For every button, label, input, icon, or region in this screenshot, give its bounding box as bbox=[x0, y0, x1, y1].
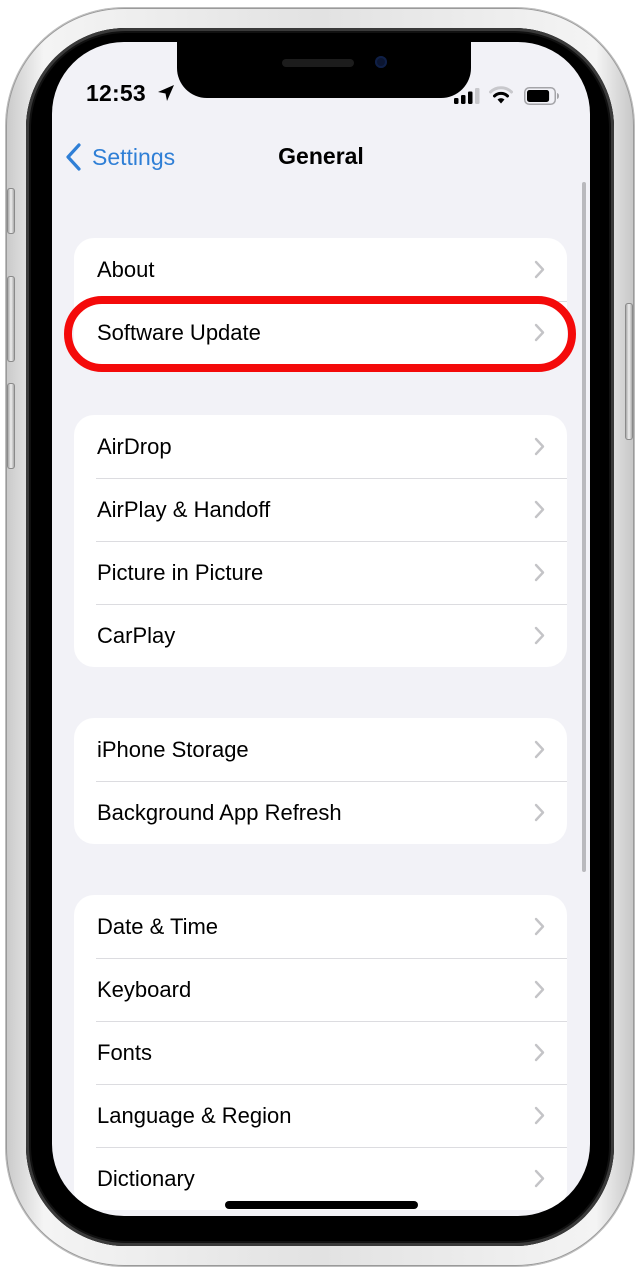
status-time: 12:53 bbox=[86, 80, 146, 106]
chevron-right-icon bbox=[534, 740, 545, 759]
list-item-language-region[interactable]: Language & Region bbox=[74, 1084, 567, 1147]
list-item-picture-in-picture[interactable]: Picture in Picture bbox=[74, 541, 567, 604]
list-item-label: AirPlay & Handoff bbox=[97, 496, 271, 522]
volume-down-button bbox=[7, 383, 15, 469]
settings-group-connectivity: AirDrop AirPlay & Handoff Picture in Pic… bbox=[74, 415, 567, 667]
silent-switch bbox=[7, 188, 15, 234]
list-item-label: Fonts bbox=[97, 1039, 153, 1065]
list-item-fonts[interactable]: Fonts bbox=[74, 1021, 567, 1084]
list-item-software-update[interactable]: Software Update bbox=[74, 301, 567, 364]
settings-group-about: About Software Update bbox=[74, 238, 567, 364]
signal-bar bbox=[461, 95, 466, 104]
list-item-airplay-handoff[interactable]: AirPlay & Handoff bbox=[74, 478, 567, 541]
screen: 12:53 Settings General About Software Up… bbox=[52, 42, 590, 1216]
battery-fill bbox=[527, 90, 550, 102]
chevron-right-icon bbox=[534, 500, 545, 519]
list-item-carplay[interactable]: CarPlay bbox=[74, 604, 567, 667]
list-item-label: Software Update bbox=[97, 319, 261, 345]
chevron-right-icon bbox=[534, 563, 545, 582]
list-item-label: AirDrop bbox=[97, 433, 172, 459]
chevron-right-icon bbox=[534, 1043, 545, 1062]
list-item-label: Keyboard bbox=[97, 976, 192, 1002]
list-item-label: CarPlay bbox=[97, 622, 176, 648]
chevron-right-icon bbox=[534, 437, 545, 456]
side-button bbox=[625, 303, 633, 440]
battery-icon bbox=[524, 87, 559, 105]
list-item-date-time[interactable]: Date & Time bbox=[74, 895, 567, 958]
list-item-label: About bbox=[97, 256, 155, 282]
home-indicator[interactable] bbox=[225, 1201, 418, 1209]
list-item-airdrop[interactable]: AirDrop bbox=[74, 415, 567, 478]
chevron-right-icon bbox=[534, 803, 545, 822]
scrollbar[interactable] bbox=[582, 182, 586, 872]
location-arrow-icon bbox=[158, 85, 174, 101]
settings-group-storage: iPhone Storage Background App Refresh bbox=[74, 718, 567, 844]
chevron-right-icon bbox=[534, 1169, 545, 1188]
list-item-label: Picture in Picture bbox=[97, 559, 264, 585]
list-item-label: iPhone Storage bbox=[97, 736, 249, 762]
page-title: General bbox=[278, 143, 364, 169]
wifi-icon bbox=[489, 86, 513, 104]
earpiece-speaker bbox=[282, 59, 354, 67]
signal-bar bbox=[475, 88, 480, 104]
chevron-right-icon bbox=[534, 323, 545, 342]
cellular-signal-icon bbox=[454, 88, 480, 104]
signal-bar bbox=[454, 98, 459, 104]
notch bbox=[177, 42, 471, 98]
chevron-right-icon bbox=[534, 917, 545, 936]
list-item-keyboard[interactable]: Keyboard bbox=[74, 958, 567, 1021]
list-item-background-app-refresh[interactable]: Background App Refresh bbox=[74, 781, 567, 844]
front-camera bbox=[375, 56, 387, 68]
list-item-label: Language & Region bbox=[97, 1102, 292, 1128]
list-item-iphone-storage[interactable]: iPhone Storage bbox=[74, 718, 567, 781]
volume-up-button bbox=[7, 276, 15, 362]
list-item-label: Background App Refresh bbox=[97, 799, 342, 825]
chevron-right-icon bbox=[534, 1106, 545, 1125]
list-item-label: Dictionary bbox=[97, 1165, 195, 1191]
list-item-label: Date & Time bbox=[97, 913, 219, 939]
list-item-about[interactable]: About bbox=[74, 238, 567, 301]
chevron-right-icon bbox=[534, 626, 545, 645]
chevron-right-icon bbox=[534, 260, 545, 279]
signal-bar bbox=[468, 91, 473, 104]
settings-group-locale: Date & Time Keyboard Fonts Language & Re… bbox=[74, 895, 567, 1210]
chevron-right-icon bbox=[534, 980, 545, 999]
